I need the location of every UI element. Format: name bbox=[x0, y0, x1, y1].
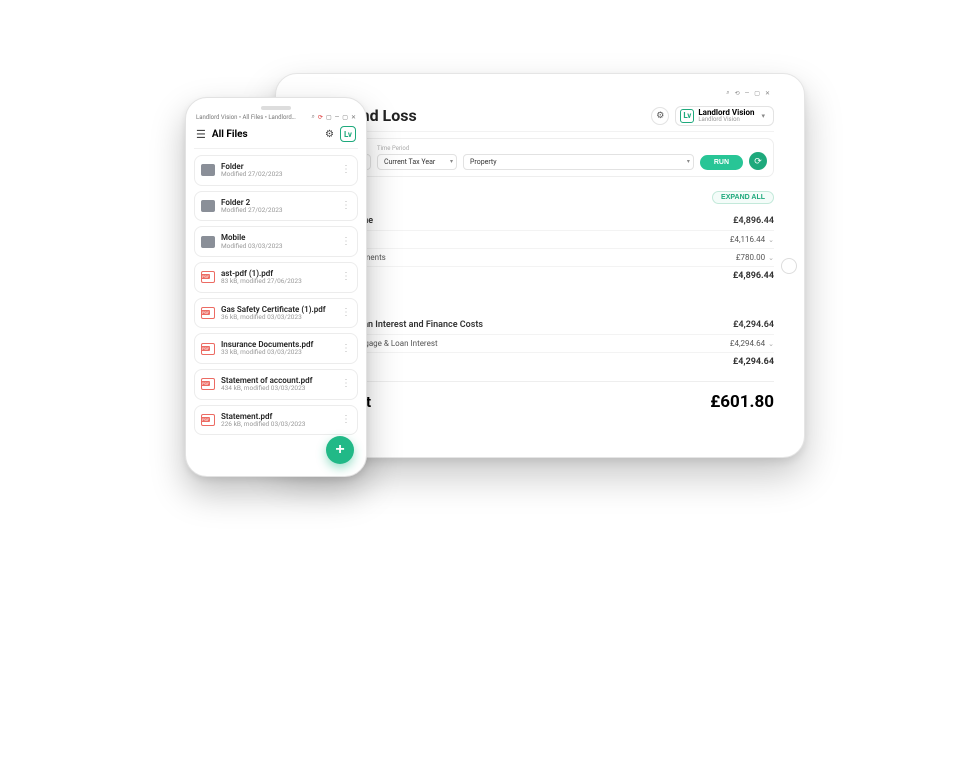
account-switcher[interactable]: Lv Landlord Vision Landlord Vision ▾ bbox=[675, 106, 774, 126]
filter-bar: Basis Cash Time Period Current Tax Year … bbox=[306, 138, 774, 177]
chevron-down-icon: ⌄ bbox=[768, 254, 774, 262]
add-button[interactable]: + bbox=[326, 436, 354, 464]
plus-icon: + bbox=[335, 441, 344, 459]
folder-icon bbox=[201, 236, 215, 248]
filter-period: Time Period Current Tax Year bbox=[377, 145, 457, 170]
filter-property-select[interactable]: Property bbox=[463, 154, 694, 170]
phone-device: Landlord Vision • All Files • Landlord… … bbox=[185, 97, 367, 477]
list-item[interactable]: MobileModified 03/03/2023⋮ bbox=[194, 226, 358, 257]
page-title: All Files bbox=[212, 129, 248, 140]
pdf-file-icon bbox=[201, 343, 215, 355]
pdf-file-icon bbox=[201, 378, 215, 390]
maximize-icon[interactable]: ▢ bbox=[342, 114, 348, 121]
list-item[interactable]: Gas Safety Certificate (1).pdf36 kB, mod… bbox=[194, 298, 358, 329]
pdf-file-icon bbox=[201, 307, 215, 319]
net-profit-value: £601.80 bbox=[710, 392, 774, 412]
brand-logo-icon: Lv bbox=[680, 109, 694, 123]
settings-button[interactable]: ⚙ bbox=[651, 107, 669, 125]
maximize-icon[interactable]: ▢ bbox=[754, 90, 760, 97]
chevron-down-icon: ⌄ bbox=[768, 236, 774, 244]
search-icon[interactable]: ⌕ bbox=[726, 89, 729, 97]
file-list: FolderModified 27/02/2023⋮Folder 2Modifi… bbox=[194, 155, 358, 435]
income-row-value: £4,116.44⌄ bbox=[730, 235, 774, 244]
net-profit-row: Net Profit £601.80 bbox=[306, 381, 774, 412]
refresh-button[interactable]: ⟳ bbox=[749, 152, 767, 170]
close-icon[interactable]: ✕ bbox=[351, 114, 356, 121]
item-meta: Modified 27/02/2023 bbox=[221, 207, 283, 214]
item-meta: 33 kB, modified 03/03/2023 bbox=[221, 349, 313, 356]
income-row[interactable]: Rental Income£4,116.44⌄ bbox=[306, 231, 774, 249]
phone-header: ☰ All Files ⚙ Lv bbox=[194, 124, 358, 149]
pdf-file-icon bbox=[201, 414, 215, 426]
expense-section: Expense Residential Loan Interest and Fi… bbox=[306, 295, 774, 371]
item-meta: Modified 27/02/2023 bbox=[221, 171, 283, 178]
income-row: Property Income£4,896.44 bbox=[306, 212, 774, 231]
filter-property: Property bbox=[463, 152, 694, 170]
refresh-icon: ⟳ bbox=[754, 156, 762, 167]
expense-row[interactable]: Residential Mortgage & Loan Interest£4,2… bbox=[306, 335, 774, 353]
income-total-value: £4,896.44 bbox=[733, 271, 774, 281]
expand-all-button[interactable]: EXPAND ALL bbox=[712, 191, 774, 204]
item-meta: 226 kB, modified 03/03/2023 bbox=[221, 421, 305, 428]
chevron-down-icon: ⌄ bbox=[768, 340, 774, 348]
income-section: Income EXPAND ALL Property Income£4,896.… bbox=[306, 187, 774, 285]
more-icon[interactable]: ⋮ bbox=[341, 165, 351, 175]
window-title: Landlord Vision • All Files • Landlord… bbox=[196, 114, 296, 121]
expense-row-value: £4,294.64⌄ bbox=[730, 339, 774, 348]
menu-icon[interactable]: ☰ bbox=[196, 128, 206, 141]
expense-row-value: £4,294.64 bbox=[733, 320, 774, 330]
page-title-row: Profit And Loss ⚙ Lv Landlord Vision Lan… bbox=[306, 100, 774, 132]
back-icon[interactable]: ⟲ bbox=[735, 90, 740, 97]
close-icon[interactable]: ✕ bbox=[765, 90, 770, 97]
income-row-value: £780.00⌄ bbox=[736, 253, 774, 262]
tablet-home-button[interactable] bbox=[781, 258, 797, 274]
income-total-row: Total Income £4,896.44 bbox=[306, 267, 774, 285]
more-icon[interactable]: ⋮ bbox=[341, 415, 351, 425]
more-icon[interactable]: ⋮ bbox=[341, 201, 351, 211]
chevron-down-icon: ▾ bbox=[761, 112, 765, 120]
account-subtitle: Landlord Vision bbox=[698, 117, 754, 123]
folder-icon bbox=[201, 200, 215, 212]
folder-icon bbox=[201, 164, 215, 176]
list-item[interactable]: Statement.pdf226 kB, modified 03/03/2023… bbox=[194, 405, 358, 436]
list-item[interactable]: ast-pdf (1).pdf83 kB, modified 27/06/202… bbox=[194, 262, 358, 293]
pdf-file-icon bbox=[201, 271, 215, 283]
list-item[interactable]: Insurance Documents.pdf33 kB, modified 0… bbox=[194, 333, 358, 364]
phone-speaker bbox=[261, 106, 291, 110]
expense-heading: Expense bbox=[306, 295, 774, 310]
item-meta: 83 kB, modified 27/06/2023 bbox=[221, 278, 302, 285]
more-icon[interactable]: ⋮ bbox=[341, 272, 351, 282]
list-item[interactable]: Statement of account.pdf434 kB, modified… bbox=[194, 369, 358, 400]
list-item[interactable]: Folder 2Modified 27/02/2023⋮ bbox=[194, 191, 358, 222]
income-row-value: £4,896.44 bbox=[733, 216, 774, 226]
more-icon[interactable]: ⋮ bbox=[341, 379, 351, 389]
run-button[interactable]: RUN bbox=[700, 155, 743, 170]
brand-logo-icon[interactable]: Lv bbox=[340, 126, 356, 142]
tablet-window-controls: ⌕ ⟲ — ▢ ✕ bbox=[306, 86, 774, 100]
item-meta: 36 kB, modified 03/03/2023 bbox=[221, 314, 326, 321]
list-item[interactable]: FolderModified 27/02/2023⋮ bbox=[194, 155, 358, 186]
minimize-icon[interactable]: — bbox=[745, 90, 750, 97]
gear-icon[interactable]: ⚙ bbox=[325, 129, 334, 140]
income-row[interactable]: Unallocated Payments£780.00⌄ bbox=[306, 249, 774, 267]
item-meta: Modified 03/03/2023 bbox=[221, 243, 283, 250]
filter-period-label: Time Period bbox=[377, 145, 457, 152]
refresh-icon[interactable]: ⟳ bbox=[318, 114, 323, 121]
expense-total-value: £4,294.64 bbox=[733, 357, 774, 367]
more-icon[interactable]: ⋮ bbox=[341, 308, 351, 318]
minimize-icon[interactable]: — bbox=[335, 114, 340, 121]
expense-row: Residential Loan Interest and Finance Co… bbox=[306, 316, 774, 335]
item-meta: 434 kB, modified 03/03/2023 bbox=[221, 385, 313, 392]
more-icon[interactable]: ⋮ bbox=[341, 237, 351, 247]
phone-window-bar: Landlord Vision • All Files • Landlord… … bbox=[194, 113, 358, 121]
new-tab-icon[interactable]: ▢ bbox=[326, 114, 332, 121]
gear-icon: ⚙ bbox=[656, 111, 664, 121]
more-icon[interactable]: ⋮ bbox=[341, 344, 351, 354]
filter-period-select[interactable]: Current Tax Year bbox=[377, 154, 457, 170]
search-icon[interactable]: ⌕ bbox=[312, 113, 315, 121]
expense-total-row: Total Expenses £4,294.64 bbox=[306, 353, 774, 371]
